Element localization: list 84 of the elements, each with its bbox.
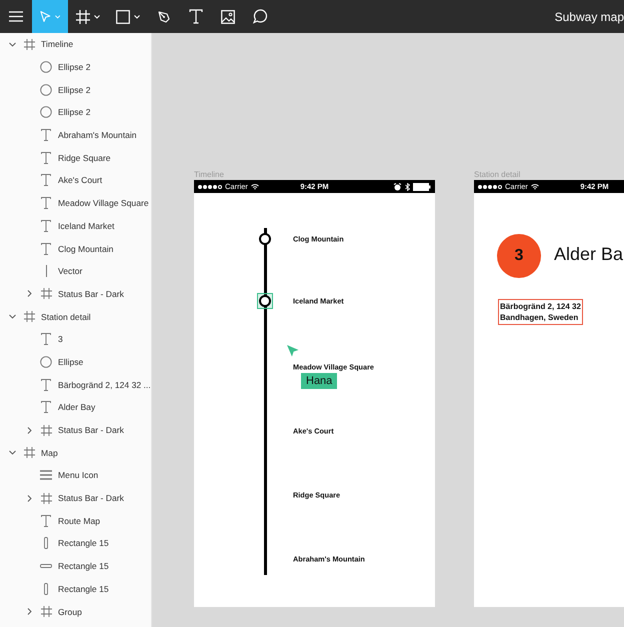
document-title: Subway map — [554, 10, 624, 24]
layer-item[interactable]: Ridge Square — [0, 146, 151, 170]
layer-item[interactable]: Map — [0, 441, 151, 464]
layer-item[interactable]: Route Map — [0, 509, 151, 532]
chevron-right-icon[interactable] — [26, 608, 32, 616]
ellipse-icon — [40, 84, 52, 96]
ellipse-icon — [40, 61, 52, 74]
layer-item[interactable]: 3 — [0, 328, 151, 351]
layer-item[interactable]: Rectangle 15 — [0, 554, 151, 578]
frame-icon — [40, 424, 52, 436]
layer-item[interactable]: Alder Bay — [0, 396, 151, 419]
wifi-icon — [250, 184, 259, 190]
text-icon — [41, 242, 51, 255]
artboard-title: Station detail — [474, 170, 520, 179]
text-icon — [41, 378, 51, 391]
layer-item[interactable]: Ellipse 2 — [0, 56, 151, 78]
frame-icon — [40, 606, 52, 618]
frame-icon — [24, 311, 34, 322]
text-icon — [41, 514, 51, 527]
text-icon — [41, 333, 51, 346]
layer-item[interactable]: Group — [0, 600, 151, 623]
station-address: Bärbogränd 2, 124 32 Bandhagen, Sweden — [499, 300, 582, 324]
station-title: Alder Ba — [554, 244, 624, 265]
chevron-down-icon[interactable] — [8, 449, 16, 456]
layer-item[interactable]: Status Bar - Dark — [0, 418, 151, 442]
layer-item[interactable]: Ellipse 2 — [0, 101, 151, 124]
pen-icon — [157, 10, 171, 24]
layer-item[interactable]: Rectangle 15 — [0, 578, 151, 600]
pointer-icon — [40, 10, 51, 23]
chevron-right-icon[interactable] — [26, 494, 32, 502]
layer-item[interactable]: Timeline — [0, 33, 151, 56]
text-icon — [41, 174, 51, 186]
caret-icon — [54, 14, 60, 18]
layer-item[interactable]: Menu Icon — [0, 464, 151, 487]
text-icon — [41, 220, 51, 232]
frame-icon — [40, 492, 52, 504]
artboard-title: Timeline — [194, 170, 224, 179]
text-icon — [41, 197, 51, 210]
rectangle-icon — [44, 537, 48, 550]
layer-item[interactable]: Ellipse — [0, 350, 151, 374]
caret-icon — [134, 14, 140, 18]
text-icon — [41, 401, 51, 414]
layer-item[interactable]: Rectangle 15 — [0, 532, 151, 555]
text-icon — [41, 152, 51, 164]
frame-icon — [40, 288, 52, 300]
frame-icon — [24, 38, 34, 50]
rectangle-icon — [116, 10, 130, 24]
signal-icon — [478, 184, 502, 188]
alarm-icon — [393, 182, 402, 190]
layer-item[interactable]: Bärbogränd 2, 124 32 ... — [0, 373, 151, 396]
layer-item[interactable]: Iceland Market — [0, 214, 151, 238]
battery-icon — [413, 182, 431, 190]
line-icon — [44, 265, 48, 278]
menu-icon — [40, 470, 52, 480]
frame-icon — [24, 447, 34, 458]
layer-item[interactable]: Status Bar - Dark — [0, 282, 151, 306]
layer-item[interactable]: Vector — [0, 260, 151, 283]
menu-icon — [9, 11, 23, 22]
chevron-right-icon[interactable] — [26, 426, 32, 434]
frame-icon — [76, 10, 90, 24]
caret-icon — [94, 14, 100, 18]
chevron-right-icon[interactable] — [26, 290, 32, 298]
chevron-down-icon[interactable] — [8, 40, 16, 48]
bluetooth-icon — [405, 182, 410, 190]
layer-item[interactable]: Ake's Court — [0, 169, 151, 192]
layer-item[interactable]: Abraham's Mountain — [0, 124, 151, 146]
ellipse-icon — [40, 106, 52, 118]
ellipse-icon — [40, 356, 52, 368]
text-icon — [41, 129, 51, 142]
layer-item[interactable]: Station detail — [0, 305, 151, 328]
text-icon — [189, 9, 203, 24]
layer-item[interactable]: Ellipse 2 — [0, 78, 151, 102]
image-icon — [221, 10, 235, 24]
layer-item[interactable]: Meadow Village Square — [0, 192, 151, 214]
chevron-down-icon[interactable] — [8, 313, 16, 320]
station-number: 3 — [497, 234, 541, 278]
rectangle-icon — [44, 582, 48, 595]
speech-bubble-icon — [252, 9, 268, 24]
layer-item[interactable]: Status Bar - Dark — [0, 486, 151, 510]
signal-icon — [198, 184, 222, 188]
layer-item[interactable]: Clog Mountain — [0, 237, 151, 260]
wifi-icon — [530, 184, 539, 190]
rectangle-icon — [40, 564, 52, 568]
collaborator-label: Hana — [301, 373, 338, 389]
